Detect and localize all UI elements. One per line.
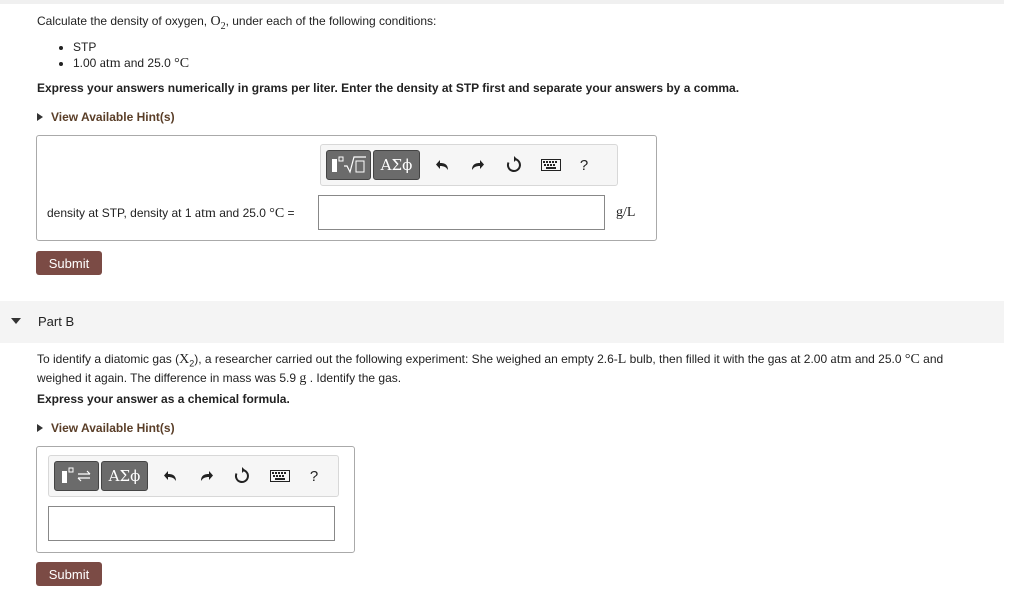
help-button[interactable]: ?: [574, 155, 594, 175]
partb-submit-button[interactable]: Submit: [36, 562, 102, 586]
templates-icon: [331, 156, 366, 174]
partb-answer-box: ΑΣϕ ?: [36, 446, 355, 553]
undo-icon[interactable]: [161, 466, 181, 486]
parta-instructions: Express your answers numerically in gram…: [37, 81, 740, 95]
conditions-list: STP 1.00 atm and 25.0 °C: [55, 40, 189, 73]
keyboard-icon[interactable]: [268, 466, 292, 486]
partb-math-toolbar: ΑΣϕ ?: [48, 455, 339, 497]
redo-icon[interactable]: [196, 466, 216, 486]
parta-math-toolbar: ΑΣϕ ?: [320, 144, 618, 186]
greek-symbols-button[interactable]: ΑΣϕ: [373, 150, 420, 180]
parta-submit-button[interactable]: Submit: [36, 251, 102, 275]
partb-hint-link[interactable]: View Available Hint(s): [37, 420, 175, 435]
chem-templates-button[interactable]: [54, 461, 99, 491]
units-label: g/L: [616, 205, 636, 220]
partb-instructions: Express your answer as a chemical formul…: [37, 392, 290, 406]
expand-triangle-icon: [37, 423, 43, 432]
undo-icon[interactable]: [433, 155, 453, 175]
prompt-text-end: , under each of the following conditions…: [225, 14, 437, 28]
oxygen-formula: O2: [210, 14, 226, 32]
redo-icon[interactable]: [467, 155, 487, 175]
reset-icon[interactable]: [504, 155, 524, 175]
partb-title: Part B: [38, 314, 75, 329]
parta-answer-input[interactable]: [318, 195, 605, 230]
greek-symbols-button[interactable]: ΑΣϕ: [101, 461, 148, 491]
top-divider: [0, 0, 1004, 4]
condition-atm: 1.00 atm and 25.0 °C: [73, 56, 189, 71]
keyboard-icon[interactable]: [539, 155, 563, 175]
partb-header[interactable]: [0, 301, 1004, 343]
templates-button[interactable]: [326, 150, 371, 180]
reset-icon[interactable]: [232, 466, 252, 486]
prompt-text: Calculate the density of oxygen,: [37, 14, 211, 28]
help-button[interactable]: ?: [304, 466, 324, 486]
condition-stp: STP: [73, 40, 189, 54]
parta-answer-box: ΑΣϕ ? density at STP, density at 1 atm a…: [36, 135, 657, 241]
parta-prompt: Calculate the density of oxygen, O2, und…: [37, 14, 436, 32]
parta-hint-link[interactable]: View Available Hint(s): [37, 109, 175, 124]
collapse-triangle-icon[interactable]: [11, 318, 21, 324]
partb-answer-input[interactable]: [48, 506, 335, 541]
partb-problem-text: To identify a diatomic gas (X2), a resea…: [37, 352, 944, 387]
parta-answer-label: density at STP, density at 1 atm and 25.…: [47, 206, 295, 221]
expand-triangle-icon: [37, 112, 43, 121]
chem-templates-icon: [61, 467, 90, 483]
